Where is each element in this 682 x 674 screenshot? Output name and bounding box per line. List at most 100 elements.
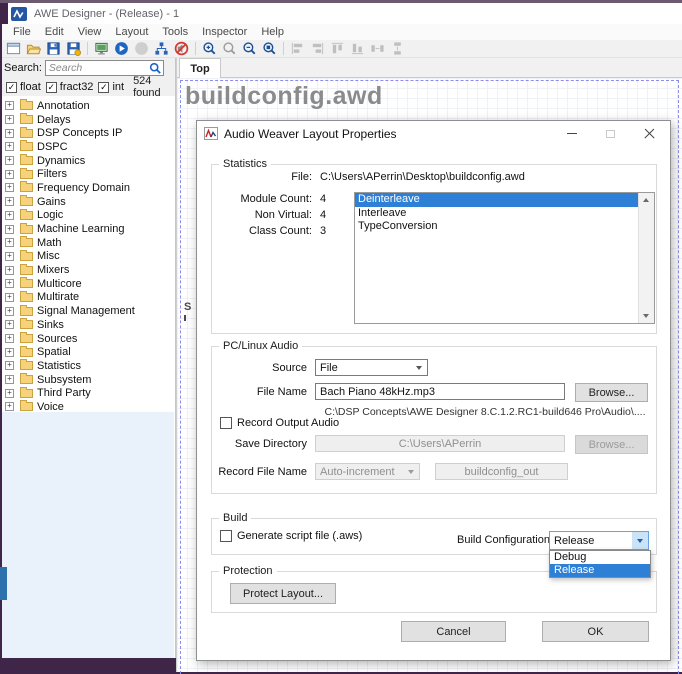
dialog-minimize-button[interactable] [552, 121, 591, 146]
dialog-close-button[interactable] [630, 121, 669, 146]
search-input[interactable] [46, 61, 149, 75]
scroll-down-icon[interactable] [643, 314, 649, 318]
menu-help[interactable]: Help [254, 26, 291, 38]
protect-layout-button[interactable]: Protect Layout... [230, 583, 336, 604]
source-combobox[interactable]: File [315, 359, 428, 376]
module-class-deinterleave[interactable]: Deinterleave [355, 193, 639, 207]
tree-item-label: Machine Learning [37, 223, 124, 235]
search-icon[interactable] [149, 62, 162, 75]
combo-arrow-box[interactable] [632, 532, 648, 549]
tree-item-statistics[interactable]: +Statistics [2, 359, 174, 373]
tree-item-filters[interactable]: +Filters [2, 167, 174, 181]
cancel-button[interactable]: Cancel [401, 621, 506, 642]
tree-item-third-party[interactable]: +Third Party [2, 386, 174, 400]
tree-item-misc[interactable]: +Misc [2, 250, 174, 264]
distribute-vertical-icon [390, 41, 405, 56]
build-option-debug[interactable]: Debug [550, 551, 650, 564]
filter-label: int [112, 81, 124, 93]
checkbox-int[interactable]: ✓ [98, 82, 109, 93]
menu-file[interactable]: File [6, 26, 38, 38]
checkbox-fract32[interactable]: ✓ [46, 82, 57, 93]
expand-icon[interactable]: + [5, 183, 14, 192]
module-classes-listbox[interactable]: DeinterleaveInterleaveTypeConversion [354, 192, 655, 324]
tree-item-spatial[interactable]: +Spatial [2, 345, 174, 359]
tree-item-delays[interactable]: +Delays [2, 113, 174, 127]
mute-audio-button[interactable] [172, 41, 191, 57]
expand-icon[interactable]: + [5, 225, 14, 234]
module-class-typeconversion[interactable]: TypeConversion [355, 220, 639, 234]
browse-file-button[interactable]: Browse... [575, 383, 648, 402]
expand-icon[interactable]: + [5, 115, 14, 124]
expand-icon[interactable]: + [5, 170, 14, 179]
build-configuration-value: Release [550, 535, 632, 547]
expand-icon[interactable]: + [5, 211, 14, 220]
tree-item-dspc[interactable]: +DSPC [2, 140, 174, 154]
tree-item-multicore[interactable]: +Multicore [2, 277, 174, 291]
expand-icon[interactable]: + [5, 101, 14, 110]
record-output-audio-checkbox[interactable]: Record Output Audio [220, 417, 339, 429]
checkbox-float[interactable]: ✓ [6, 82, 17, 93]
save-button[interactable] [44, 41, 63, 57]
expand-icon[interactable]: + [5, 156, 14, 165]
tree-item-signal-management[interactable]: +Signal Management [2, 304, 174, 318]
canvas-layout-title: buildconfig.awd [185, 82, 383, 111]
menu-tools[interactable]: Tools [155, 26, 195, 38]
expand-icon[interactable]: + [5, 361, 14, 370]
tree-item-math[interactable]: +Math [2, 236, 174, 250]
expand-icon[interactable]: + [5, 320, 14, 329]
tree-item-multirate[interactable]: +Multirate [2, 291, 174, 305]
expand-icon[interactable]: + [5, 348, 14, 357]
expand-icon[interactable]: + [5, 197, 14, 206]
tree-item-annotation[interactable]: +Annotation [2, 99, 174, 113]
scroll-up-icon[interactable] [643, 198, 649, 202]
generate-script-checkbox[interactable]: Generate script file (.aws) [220, 530, 362, 542]
build-option-release[interactable]: Release [550, 564, 650, 577]
play-audio-button[interactable] [112, 41, 131, 57]
listbox-scrollbar[interactable] [638, 193, 654, 323]
menu-view[interactable]: View [71, 26, 109, 38]
zoom-fit-button[interactable] [260, 41, 279, 57]
tree-item-dsp-concepts-ip[interactable]: +DSP Concepts IP [2, 126, 174, 140]
new-layout-button[interactable] [4, 41, 23, 57]
tree-item-sources[interactable]: +Sources [2, 332, 174, 346]
expand-icon[interactable]: + [5, 307, 14, 316]
tree-item-dynamics[interactable]: +Dynamics [2, 154, 174, 168]
save-as-button[interactable] [64, 41, 83, 57]
tree-item-logic[interactable]: +Logic [2, 209, 174, 223]
folder-icon [20, 279, 33, 288]
menu-inspector[interactable]: Inspector [195, 26, 254, 38]
align-left-button [288, 41, 307, 57]
module-class-interleave[interactable]: Interleave [355, 207, 639, 221]
module-browser-panel: Search: ✓float✓fract32✓int524 found +Ann… [2, 58, 176, 658]
expand-icon[interactable]: + [5, 266, 14, 275]
connect-target-button[interactable] [92, 41, 111, 57]
profile-layout-button[interactable] [152, 41, 171, 57]
menu-layout[interactable]: Layout [108, 26, 155, 38]
expand-icon[interactable]: + [5, 252, 14, 261]
build-configuration-combobox[interactable]: Release [549, 531, 649, 550]
ok-button[interactable]: OK [542, 621, 649, 642]
open-file-button[interactable] [24, 41, 43, 57]
tree-item-subsystem[interactable]: +Subsystem [2, 373, 174, 387]
expand-icon[interactable]: + [5, 402, 14, 411]
menu-edit[interactable]: Edit [38, 26, 71, 38]
tree-item-machine-learning[interactable]: + Machine Learning [2, 222, 174, 236]
expand-icon[interactable]: + [5, 238, 14, 247]
tab-top[interactable]: Top [179, 58, 221, 78]
tree-item-gains[interactable]: +Gains [2, 195, 174, 209]
tree-item-sinks[interactable]: +Sinks [2, 318, 174, 332]
zoom-in-button[interactable] [200, 41, 219, 57]
expand-icon[interactable]: + [5, 334, 14, 343]
file-name-input[interactable]: Bach Piano 48kHz.mp3 [315, 383, 565, 400]
tree-item-mixers[interactable]: +Mixers [2, 263, 174, 277]
expand-icon[interactable]: + [5, 142, 14, 151]
expand-icon[interactable]: + [5, 129, 14, 138]
browse-file-label: Browse... [589, 387, 635, 399]
expand-icon[interactable]: + [5, 375, 14, 384]
zoom-out-button[interactable] [240, 41, 259, 57]
expand-icon[interactable]: + [5, 389, 14, 398]
dialog-maximize-button[interactable] [591, 121, 630, 146]
expand-icon[interactable]: + [5, 279, 14, 288]
expand-icon[interactable]: + [5, 293, 14, 302]
tree-item-frequency-domain[interactable]: +Frequency Domain [2, 181, 174, 195]
